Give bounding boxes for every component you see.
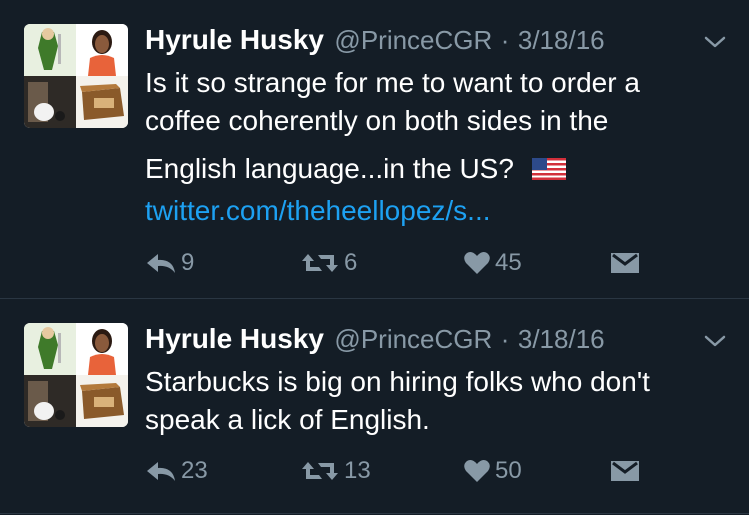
tweet-date[interactable]: 3/18/16 — [518, 324, 605, 354]
retweet-button[interactable]: 13 — [300, 456, 371, 486]
reply-count: 23 — [181, 457, 208, 484]
avatar-collage — [24, 24, 128, 128]
tweet-item[interactable]: Hyrule Husky @PrinceCGR · 3/18/16 Is it … — [0, 0, 749, 299]
like-count: 50 — [495, 457, 522, 484]
reply-button[interactable]: 9 — [145, 248, 194, 278]
reply-count: 9 — [181, 249, 195, 276]
display-name[interactable]: Hyrule Husky — [145, 323, 324, 354]
retweet-icon — [302, 462, 338, 480]
separator: · — [500, 324, 510, 354]
display-name[interactable]: Hyrule Husky — [145, 24, 324, 55]
direct-message-button[interactable] — [610, 456, 640, 486]
us-flag-icon — [531, 158, 566, 180]
retweet-count: 6 — [344, 249, 358, 276]
avatar[interactable] — [24, 24, 128, 128]
tweet-link[interactable]: twitter.com/theheellopez/s... — [145, 192, 725, 230]
envelope-icon — [611, 253, 639, 273]
heart-icon — [464, 252, 490, 274]
chevron-down-icon[interactable] — [703, 333, 727, 349]
tweet-actions: 23 13 50 — [145, 456, 705, 486]
retweet-count: 13 — [344, 457, 371, 484]
tweet-actions: 9 6 45 — [145, 248, 705, 278]
user-handle[interactable]: @PrinceCGR — [334, 324, 492, 354]
tweet-text-line: Is it so strange for me to want to order… — [145, 67, 640, 98]
like-button[interactable]: 45 — [463, 248, 522, 278]
like-count: 45 — [495, 249, 522, 276]
tweet-text: Is it so strange for me to want to order… — [145, 64, 725, 230]
reply-icon — [147, 254, 175, 273]
tweet-text-line: speak a lick of English. — [145, 404, 430, 435]
user-handle[interactable]: @PrinceCGR — [334, 25, 492, 55]
tweet-header: Hyrule Husky @PrinceCGR · 3/18/16 — [145, 24, 605, 56]
chevron-down-icon[interactable] — [703, 34, 727, 50]
reply-icon — [147, 462, 175, 481]
direct-message-button[interactable] — [610, 248, 640, 278]
like-button[interactable]: 50 — [463, 456, 522, 486]
tweet-text-line: Starbucks is big on hiring folks who don… — [145, 366, 650, 397]
retweet-button[interactable]: 6 — [300, 248, 357, 278]
tweet-header: Hyrule Husky @PrinceCGR · 3/18/16 — [145, 323, 605, 355]
retweet-icon — [302, 254, 338, 272]
envelope-icon — [611, 461, 639, 481]
heart-icon — [464, 460, 490, 482]
tweet-text-line: English language...in the US? — [145, 153, 514, 184]
reply-button[interactable]: 23 — [145, 456, 208, 486]
tweet-item[interactable]: Hyrule Husky @PrinceCGR · 3/18/16 Starbu… — [0, 299, 749, 514]
avatar-collage — [24, 323, 128, 427]
separator: · — [500, 25, 510, 55]
tweet-text: Starbucks is big on hiring folks who don… — [145, 363, 725, 439]
tweet-date[interactable]: 3/18/16 — [518, 25, 605, 55]
avatar[interactable] — [24, 323, 128, 427]
tweet-text-line: coffee coherently on both sides in the — [145, 105, 609, 136]
